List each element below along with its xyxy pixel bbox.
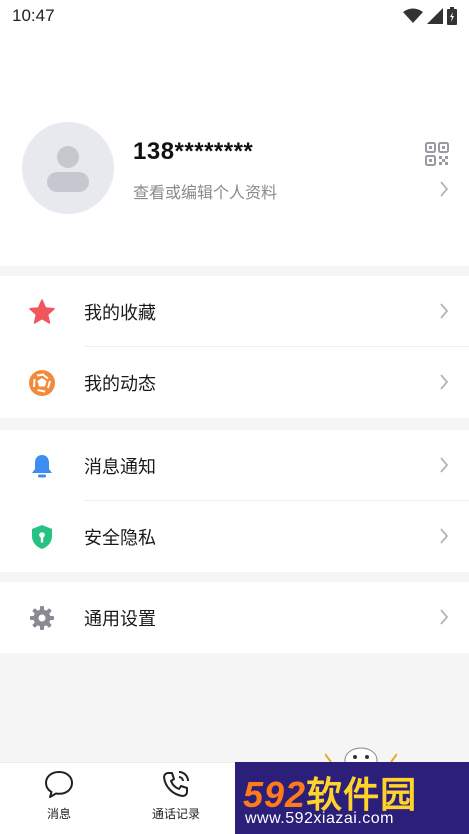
chevron-right-icon bbox=[440, 181, 449, 197]
bell-icon bbox=[32, 455, 52, 478]
phone-call-icon bbox=[163, 771, 189, 797]
status-time: 10:47 bbox=[12, 6, 55, 25]
menu-item-label: 消息通知 bbox=[84, 456, 156, 478]
status-icons bbox=[403, 6, 457, 26]
chevron-right-icon bbox=[440, 457, 449, 473]
signal-icon bbox=[427, 8, 443, 24]
qr-code-icon[interactable] bbox=[425, 142, 449, 166]
profile-card[interactable]: 138******** 查看或编辑个人资料 bbox=[0, 34, 469, 266]
watermark-logo: 592软件园 www.592xiazai.com bbox=[235, 762, 469, 834]
nav-label: 消息 bbox=[46, 807, 71, 821]
chat-bubble-icon bbox=[45, 771, 73, 798]
watermark-number: 592 bbox=[243, 774, 307, 815]
menu-item-moments[interactable]: 我的动态 bbox=[0, 347, 469, 418]
profile-edit-hint[interactable]: 查看或编辑个人资料 bbox=[133, 179, 277, 203]
menu-item-label: 安全隐私 bbox=[84, 527, 156, 549]
menu-item-label: 我的收藏 bbox=[84, 302, 156, 324]
shield-icon bbox=[32, 525, 52, 549]
avatar-head bbox=[57, 146, 79, 168]
chevron-right-icon bbox=[440, 609, 449, 625]
nav-tab-call-log[interactable]: 通话记录 bbox=[131, 769, 221, 822]
gear-icon bbox=[30, 606, 54, 630]
aperture-icon bbox=[29, 370, 55, 396]
chevron-right-icon bbox=[440, 528, 449, 544]
watermark-text: 软件园 bbox=[306, 774, 418, 815]
menu-group-1: 我的收藏 我的动态 bbox=[0, 276, 469, 418]
menu-group-2: 消息通知 安全隐私 bbox=[0, 430, 469, 572]
menu-item-settings[interactable]: 通用设置 bbox=[0, 582, 469, 653]
menu-group-3: 通用设置 bbox=[0, 582, 469, 653]
chevron-right-icon bbox=[440, 374, 449, 390]
menu-item-privacy[interactable]: 安全隐私 bbox=[0, 501, 469, 572]
profile-phone: 138******** bbox=[133, 138, 254, 165]
menu-item-label: 通用设置 bbox=[84, 608, 156, 630]
avatar-body bbox=[47, 172, 89, 192]
menu-item-favorites[interactable]: 我的收藏 bbox=[0, 276, 469, 347]
menu-item-notifications[interactable]: 消息通知 bbox=[0, 430, 469, 501]
star-icon bbox=[29, 299, 55, 324]
nav-tab-messages[interactable]: 消息 bbox=[14, 769, 104, 822]
avatar[interactable] bbox=[22, 122, 114, 214]
chevron-right-icon bbox=[440, 303, 449, 319]
nav-label: 通话记录 bbox=[151, 807, 200, 821]
battery-icon bbox=[447, 7, 457, 25]
menu-item-label: 我的动态 bbox=[84, 373, 156, 395]
wifi-icon bbox=[403, 8, 423, 23]
status-bar: 10:47 bbox=[0, 0, 469, 34]
watermark-url: www.592xiazai.com bbox=[245, 810, 394, 827]
